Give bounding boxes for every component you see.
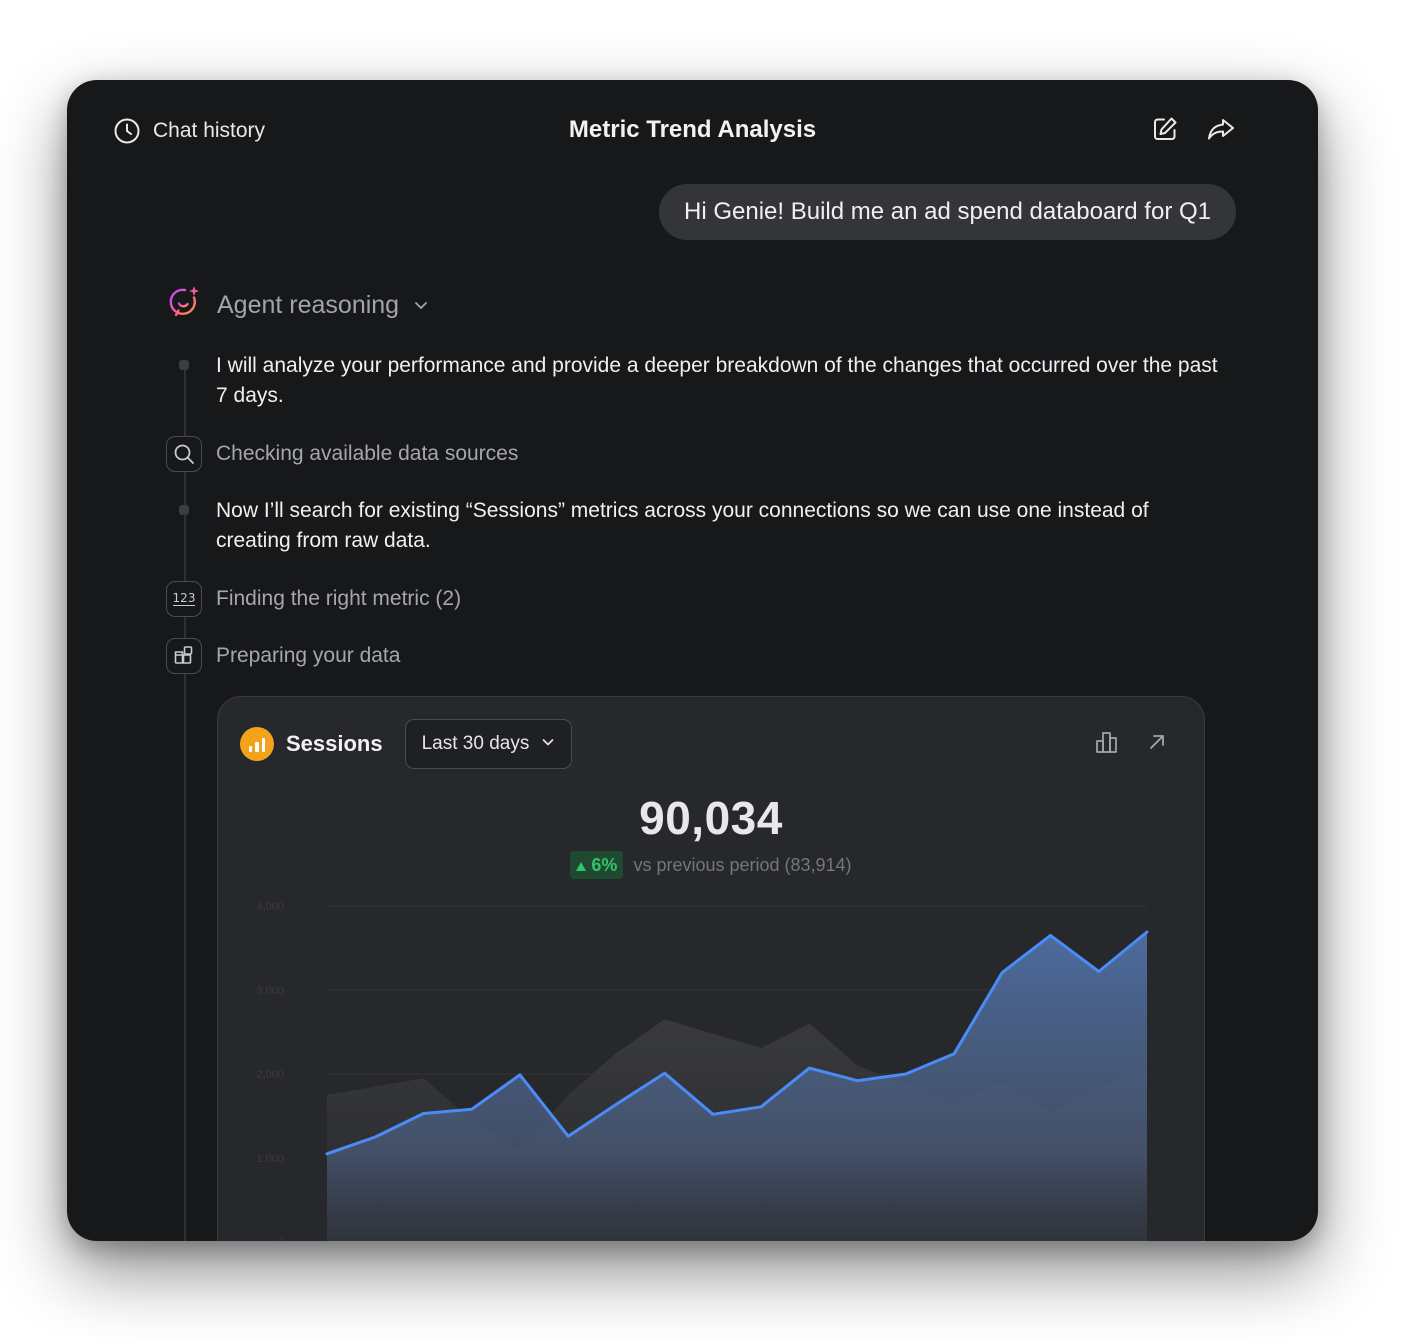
y-tick-label: 1,000 [256,1153,284,1165]
y-tick-label: 4,000 [256,901,284,913]
step-finding-metric: Finding the right metric (2) [216,587,462,610]
edit-button[interactable] [1150,116,1180,146]
number-icon-text: 123 [172,591,196,606]
expand-button[interactable] [1142,729,1172,759]
chevron-down-icon [541,733,555,755]
expand-arrow-icon [1146,731,1168,758]
y-tick-label: 0 [278,1237,284,1241]
delta-row: 6% vs previous period (83,914) [218,851,1204,879]
date-range-value: Last 30 days [421,733,530,754]
google-analytics-icon [240,727,274,761]
reasoning-text-1: I will analyze your performance and prov… [216,354,1218,407]
share-button[interactable] [1206,116,1236,146]
agent-reasoning-toggle[interactable]: Agent reasoning [167,284,429,327]
user-message-text: Hi Genie! Build me an ad spend databoard… [684,198,1211,225]
page-title: Metric Trend Analysis [568,116,817,143]
chart-type-button[interactable] [1092,729,1122,759]
timeline-dot [179,505,189,515]
search-icon [166,436,202,472]
y-tick-label: 2,000 [256,1069,284,1081]
top-bar: Chat history Metric Trend Analysis [67,80,1318,180]
chevron-down-icon [413,291,429,320]
triangle-up-icon [576,855,587,876]
step-checking-sources: Checking available data sources [216,442,519,465]
edit-icon [1151,115,1179,148]
sessions-metric-card: Sessions Last 30 days 90,034 6% vs previ… [217,696,1205,1241]
number-icon: 123 [166,581,202,617]
delta-badge: 6% [570,851,624,879]
delta-value: 6% [591,854,618,875]
user-message-bubble: Hi Genie! Build me an ad spend databoard… [659,184,1236,240]
date-range-select[interactable]: Last 30 days [404,719,573,769]
agent-sparkle-icon [167,284,203,327]
step-preparing-data: Preparing your data [216,644,401,667]
timeline-dot [179,360,189,370]
y-tick-label: 3,000 [256,985,284,997]
comparison-text: vs previous period (83,914) [633,854,852,875]
widgets-icon [166,638,202,674]
reasoning-text-2: Now I’ll search for existing “Sessions” … [216,499,1149,552]
timeline-line [184,368,186,1241]
metric-value: 90,034 [639,792,783,844]
share-icon [1206,115,1236,148]
chat-window: Chat history Metric Trend Analysis Hi Ge… [67,80,1318,1241]
card-header: Sessions Last 30 days [240,719,573,769]
card-title: Sessions [286,731,383,756]
sessions-area-chart: 4,000 3,000 2,000 1,000 0 [256,901,1149,1241]
bar-chart-icon [1094,729,1120,760]
agent-reasoning-label: Agent reasoning [217,291,400,319]
